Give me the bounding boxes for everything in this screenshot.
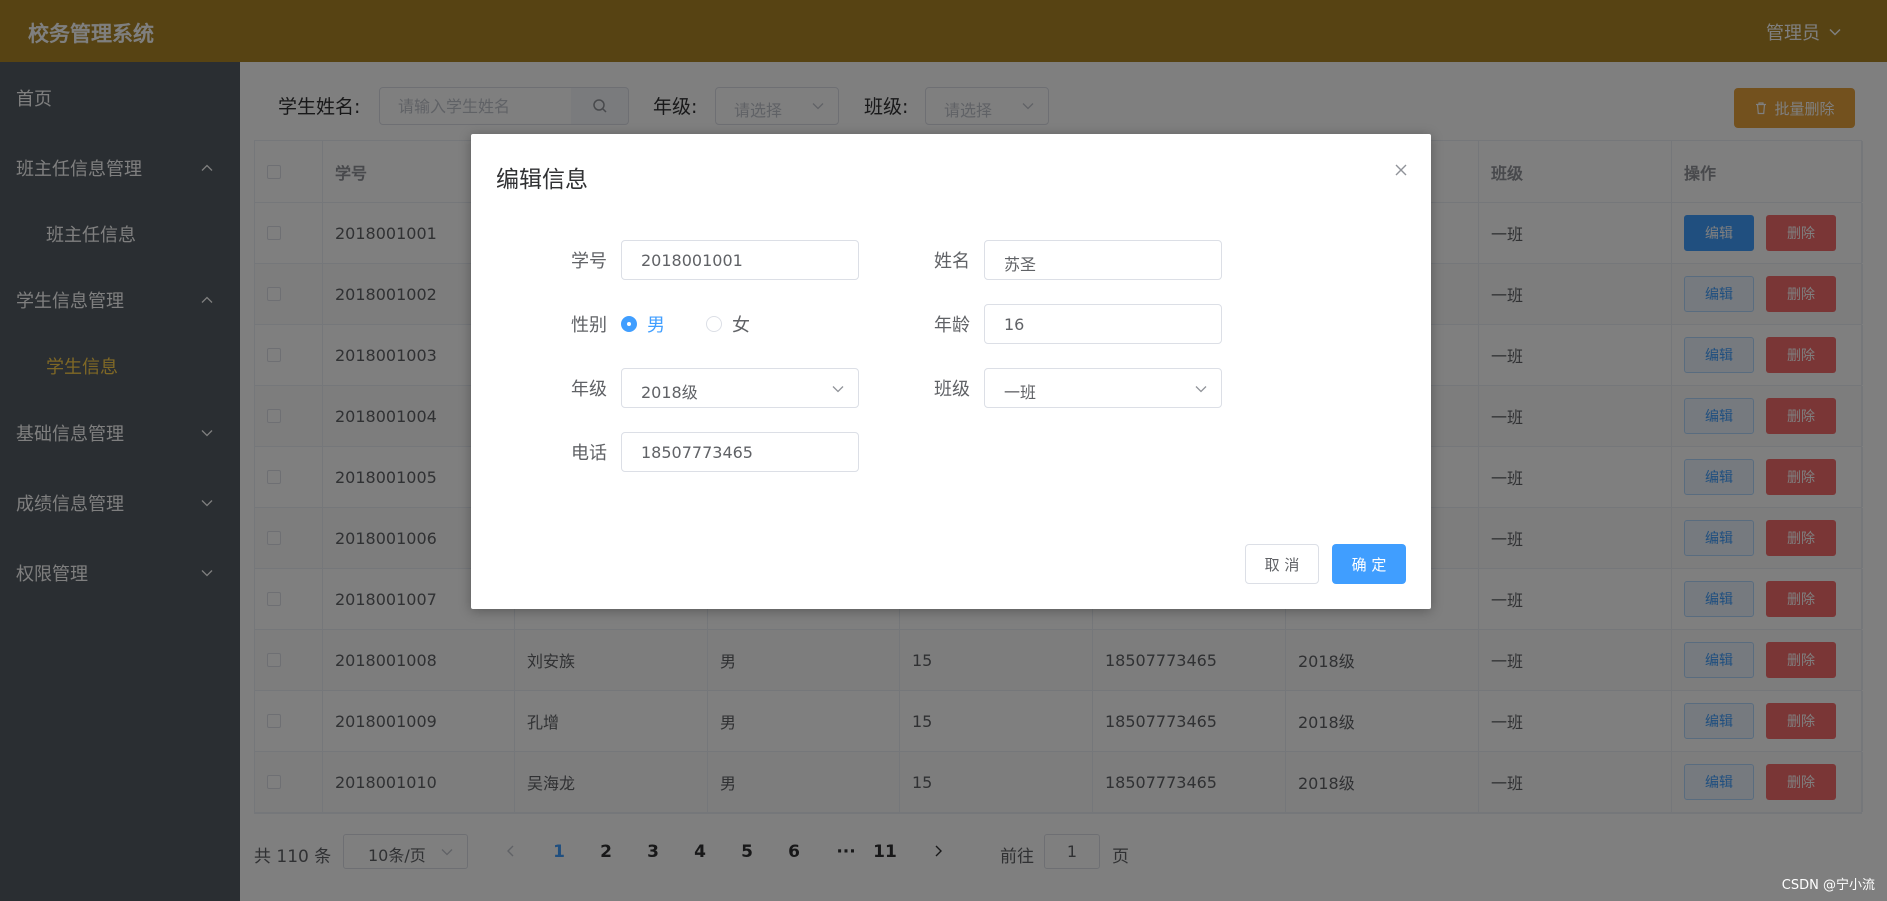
age-label: 年龄	[934, 315, 970, 336]
chevron-down-icon	[1195, 386, 1207, 393]
grade-select-field[interactable]: 2018级	[621, 368, 859, 408]
name-field[interactable]: 苏圣	[984, 240, 1222, 280]
phone-value: 18507773465	[641, 443, 753, 462]
dialog-title: 编辑信息	[496, 167, 588, 193]
phone-field[interactable]: 18507773465	[621, 432, 859, 472]
class-label: 班级	[934, 379, 970, 400]
age-field[interactable]: 16	[984, 304, 1222, 344]
watermark: CSDN @宁小流	[1781, 878, 1875, 893]
gender-label: 性别	[571, 315, 607, 336]
close-icon[interactable]	[1393, 162, 1409, 178]
gender-male-label: 男	[647, 315, 665, 336]
name-value: 苏圣	[1004, 255, 1037, 274]
gender-male-radio[interactable]: 男	[621, 311, 665, 337]
grade-label: 年级	[571, 379, 607, 400]
cancel-button[interactable]: 取 消	[1245, 544, 1319, 584]
student-id-field[interactable]: 2018001001	[621, 240, 859, 280]
age-value: 16	[1004, 315, 1025, 334]
name-label: 姓名	[934, 251, 970, 272]
grade-value: 2018级	[641, 383, 698, 402]
radio-checked-icon	[621, 316, 637, 332]
student-id-label: 学号	[571, 251, 607, 272]
phone-label: 电话	[571, 443, 607, 464]
gender-female-label: 女	[732, 315, 750, 336]
class-value: 一班	[1004, 383, 1037, 402]
edit-dialog: 编辑信息 学号 2018001001 姓名 苏圣 性别 男 女 年龄 16 年级…	[471, 134, 1431, 609]
class-select-field[interactable]: 一班	[984, 368, 1222, 408]
radio-unchecked-icon	[706, 316, 722, 332]
gender-female-radio[interactable]: 女	[706, 311, 750, 337]
confirm-button[interactable]: 确 定	[1332, 544, 1406, 584]
chevron-down-icon	[832, 386, 844, 393]
student-id-value: 2018001001	[641, 251, 743, 270]
